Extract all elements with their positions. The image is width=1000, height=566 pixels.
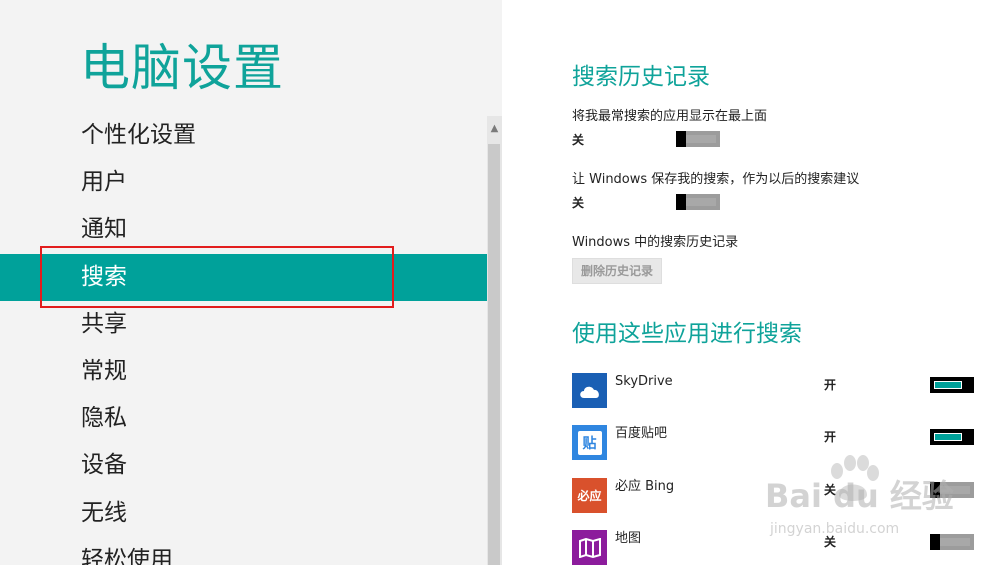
tieba-icon: 贴 <box>572 425 607 460</box>
scrollbar[interactable]: ▲ <box>487 116 502 565</box>
app-state: 关 <box>824 483 837 497</box>
app-row-tieba: 贴 百度贴吧 开 <box>572 425 974 461</box>
frequent-apps-state: 关 <box>572 133 585 147</box>
nav-list: 个性化设置 用户 通知 搜索 共享 常规 隐私 设备 无线 轻松使用 <box>0 112 487 565</box>
nav-item-share[interactable]: 共享 <box>0 301 487 348</box>
search-history-title: 搜索历史记录 <box>572 64 710 90</box>
app-state: 关 <box>824 535 837 549</box>
nav-item-ease-of-access[interactable]: 轻松使用 <box>0 537 487 565</box>
map-icon <box>572 530 607 565</box>
bing-toggle[interactable] <box>930 482 974 498</box>
app-state: 开 <box>824 378 837 392</box>
app-row-skydrive: SkyDrive 开 <box>572 373 974 409</box>
navigation-pane: 电脑设置 个性化设置 用户 通知 搜索 共享 常规 隐私 设备 无线 轻松使用 … <box>0 0 502 565</box>
clear-history-button[interactable]: 删除历史记录 <box>572 258 662 284</box>
search-apps-title: 使用这些应用进行搜索 <box>572 321 802 347</box>
save-searches-label: 让 Windows 保存我的搜索，作为以后的搜索建议 <box>572 172 860 187</box>
frequent-apps-label: 将我最常搜索的应用显示在最上面 <box>572 109 768 124</box>
save-searches-toggle[interactable] <box>676 194 720 210</box>
scroll-up-icon[interactable]: ▲ <box>487 122 502 136</box>
app-row-bing: 必应 必应 Bing 关 <box>572 478 974 514</box>
maps-toggle[interactable] <box>930 534 974 550</box>
save-searches-state: 关 <box>572 196 585 210</box>
app-state: 开 <box>824 430 837 444</box>
bing-icon: 必应 <box>572 478 607 513</box>
cloud-icon <box>572 373 607 408</box>
app-name: 百度贴吧 <box>615 426 668 441</box>
scroll-thumb[interactable] <box>488 144 500 565</box>
search-history-label: Windows 中的搜索历史记录 <box>572 235 739 250</box>
settings-pane: 搜索历史记录 将我最常搜索的应用显示在最上面 关 让 Windows 保存我的搜… <box>502 0 1000 565</box>
nav-item-devices[interactable]: 设备 <box>0 442 487 489</box>
app-name: 地图 <box>615 531 642 546</box>
app-row-maps: 地图 关 <box>572 530 974 566</box>
nav-item-notifications[interactable]: 通知 <box>0 206 487 253</box>
page-title: 电脑设置 <box>80 39 284 97</box>
nav-item-general[interactable]: 常规 <box>0 348 487 395</box>
skydrive-toggle[interactable] <box>930 377 974 393</box>
nav-item-wireless[interactable]: 无线 <box>0 490 487 537</box>
nav-item-search[interactable]: 搜索 <box>0 253 487 301</box>
nav-item-personalize[interactable]: 个性化设置 <box>0 112 487 159</box>
nav-item-privacy[interactable]: 隐私 <box>0 395 487 442</box>
nav-item-users[interactable]: 用户 <box>0 159 487 206</box>
app-name: SkyDrive <box>615 374 673 389</box>
tieba-glyph: 贴 <box>577 430 602 455</box>
app-name: 必应 Bing <box>615 479 675 494</box>
frequent-apps-toggle[interactable] <box>676 131 720 147</box>
tieba-toggle[interactable] <box>930 429 974 445</box>
